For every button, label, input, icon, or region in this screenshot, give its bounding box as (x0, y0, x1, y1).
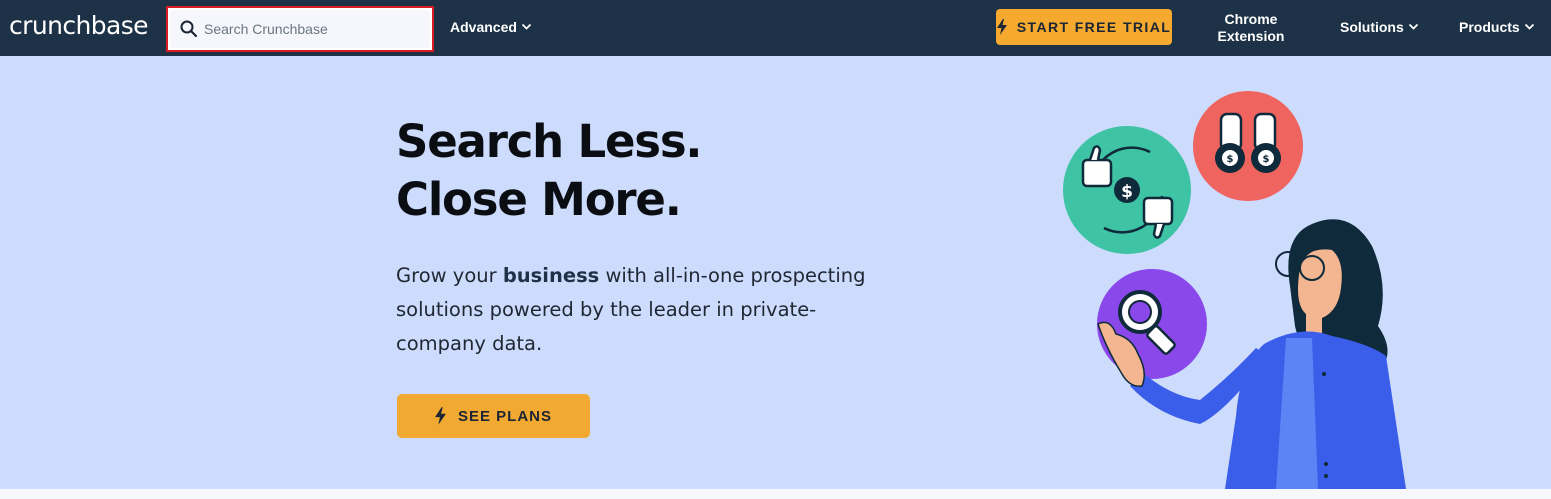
chrome-extension-line2: Extension (1217, 28, 1285, 44)
hero-illustration: $ $ $ (1063, 91, 1406, 489)
crunchbase-logo[interactable]: crunchbase (9, 11, 149, 40)
solutions-menu[interactable]: Solutions (1340, 19, 1419, 35)
hero-section: Search Less. Close More. Grow your busin… (0, 56, 1551, 489)
see-plans-button[interactable]: SEE PLANS (397, 394, 590, 438)
start-free-trial-label: START FREE TRIAL (1016, 19, 1172, 35)
thumbs-dollar-icon: $ (1063, 126, 1191, 254)
advanced-menu[interactable]: Advanced (450, 19, 532, 35)
start-free-trial-button[interactable]: START FREE TRIAL (996, 9, 1172, 45)
advanced-label: Advanced (450, 19, 517, 35)
magnifier-icon (1097, 269, 1207, 379)
svg-text:$: $ (1121, 182, 1133, 202)
page-below-fold (0, 489, 1551, 499)
search-input[interactable] (204, 10, 424, 48)
search-icon (180, 20, 198, 38)
chevron-down-icon (1524, 23, 1534, 30)
description-start: Grow your (396, 264, 503, 287)
chrome-extension-line1: Chrome (1224, 11, 1278, 27)
chevron-down-icon (521, 23, 532, 30)
svg-text:$: $ (1263, 154, 1270, 165)
hero-headline: Search Less. Close More. (396, 113, 703, 229)
binoculars-icon: $ $ (1193, 91, 1303, 201)
see-plans-label: SEE PLANS (457, 407, 553, 425)
lightning-bolt-icon (996, 19, 1007, 35)
search-box[interactable] (170, 10, 430, 48)
top-nav: crunchbase Advanced START FREE TRIAL Chr… (0, 0, 1551, 56)
headline-line-1: Search Less. (396, 115, 703, 168)
chrome-extension-link[interactable]: Chrome Extension (1216, 11, 1286, 45)
solutions-label: Solutions (1340, 19, 1404, 35)
svg-text:$: $ (1227, 154, 1234, 165)
description-bold: business (502, 264, 600, 287)
lightning-bolt-icon (434, 407, 446, 425)
search-field-focus-outline (166, 6, 434, 52)
products-label: Products (1459, 19, 1520, 35)
products-menu[interactable]: Products (1459, 19, 1535, 35)
headline-line-2: Close More. (396, 173, 682, 226)
chevron-down-icon (1408, 23, 1418, 30)
hero-description: Grow your business with all-in-one prosp… (396, 259, 896, 361)
